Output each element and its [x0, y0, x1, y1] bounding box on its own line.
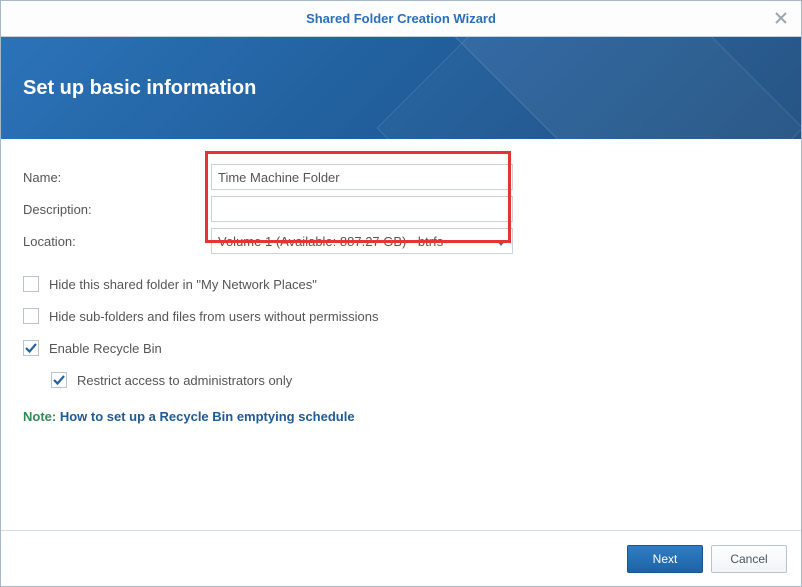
recycle-bin-label: Enable Recycle Bin: [49, 341, 162, 356]
header-banner: Set up basic information: [1, 37, 801, 139]
next-button[interactable]: Next: [627, 545, 703, 573]
description-label: Description:: [23, 202, 211, 217]
description-input[interactable]: [211, 196, 513, 222]
row-hide-subfolders: Hide sub-folders and files from users wi…: [23, 301, 779, 331]
recycle-bin-checkbox[interactable]: [23, 340, 39, 356]
cancel-button[interactable]: Cancel: [711, 545, 787, 573]
note-label: Note:: [23, 409, 56, 424]
footer: Next Cancel: [1, 530, 801, 586]
hide-subfolders-label: Hide sub-folders and files from users wi…: [49, 309, 378, 324]
row-location: Location: Volume 1 (Available: 887.27 GB…: [23, 225, 779, 257]
hide-network-checkbox[interactable]: [23, 276, 39, 292]
wizard-window: Shared Folder Creation Wizard Set up bas…: [0, 0, 802, 587]
content-area: Name: Description: Location: Volume 1 (A…: [1, 139, 801, 530]
close-icon[interactable]: [771, 9, 791, 29]
name-label: Name:: [23, 170, 211, 185]
location-selected-value: Volume 1 (Available: 887.27 GB) - btrfs: [218, 234, 443, 249]
window-title: Shared Folder Creation Wizard: [306, 11, 496, 26]
name-input[interactable]: [211, 164, 513, 190]
row-hide-network: Hide this shared folder in "My Network P…: [23, 269, 779, 299]
chevron-down-icon: [496, 234, 506, 249]
note-link[interactable]: How to set up a Recycle Bin emptying sch…: [60, 409, 355, 424]
row-recycle-bin: Enable Recycle Bin: [23, 333, 779, 363]
row-restrict-admin: Restrict access to administrators only: [23, 365, 779, 395]
location-label: Location:: [23, 234, 211, 249]
page-title: Set up basic information: [23, 77, 256, 100]
hide-network-label: Hide this shared folder in "My Network P…: [49, 277, 317, 292]
location-select[interactable]: Volume 1 (Available: 887.27 GB) - btrfs: [211, 228, 513, 254]
hide-subfolders-checkbox[interactable]: [23, 308, 39, 324]
row-name: Name:: [23, 161, 779, 193]
row-description: Description:: [23, 193, 779, 225]
restrict-admin-checkbox[interactable]: [51, 372, 67, 388]
titlebar: Shared Folder Creation Wizard: [1, 1, 801, 37]
restrict-admin-label: Restrict access to administrators only: [77, 373, 292, 388]
note-row: Note: How to set up a Recycle Bin emptyi…: [23, 409, 779, 424]
